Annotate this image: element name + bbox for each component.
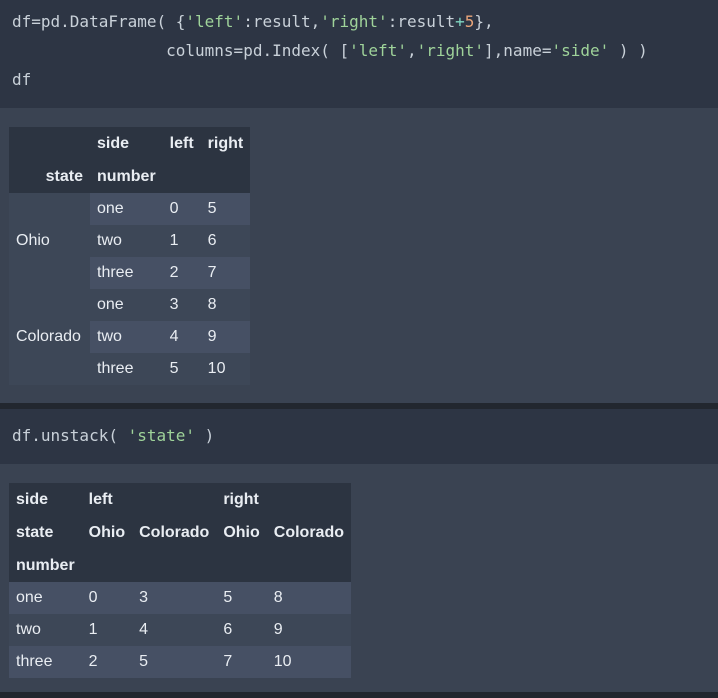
table2-header-cell: Colorado — [132, 516, 217, 549]
code-line-3: df — [12, 70, 32, 89]
index-state: Colorado — [9, 289, 90, 385]
table1-header-row-1: side left right — [9, 127, 251, 160]
table2-header-row-3: number — [9, 549, 351, 582]
value-left-colorado: 4 — [132, 614, 217, 646]
table-row: one 0 3 5 8 — [9, 582, 351, 614]
value-right: 10 — [200, 353, 251, 385]
table2-header-cell: right — [216, 483, 267, 516]
value-right: 5 — [200, 193, 251, 225]
table-row: Ohio one 0 5 — [9, 193, 251, 289]
table2-header-cell — [81, 549, 133, 582]
index-number: one — [90, 193, 163, 225]
value-left-ohio: 2 — [81, 646, 133, 678]
code-cell-2[interactable]: df.unstack( 'state' ) — [0, 409, 718, 464]
table2-header-cell: Colorado — [266, 516, 351, 549]
table1-header-cell — [9, 127, 90, 160]
table1-header-cell: number — [90, 160, 163, 193]
value-left: 1 — [162, 225, 201, 257]
index-number: three — [9, 646, 82, 678]
value-left: 2 — [162, 257, 201, 289]
table-row: Colorado one 3 8 — [9, 289, 251, 385]
code-cell-1[interactable]: df=pd.DataFrame( {'left':result,'right':… — [0, 0, 718, 108]
cell-divider — [0, 692, 718, 698]
table2-header-cell — [132, 483, 217, 516]
table1-header-row-2: state number — [9, 160, 251, 193]
table1-header-cell: state — [9, 160, 90, 193]
value-left-colorado: 5 — [132, 646, 217, 678]
output-cell-2: side left right state Ohio Colorado Ohio… — [0, 464, 718, 692]
index-state: Ohio — [9, 193, 90, 289]
table1-header-cell: side — [90, 127, 163, 160]
table-row: two 1 4 6 9 — [9, 614, 351, 646]
table2-header-cell: Ohio — [81, 516, 133, 549]
value-right-ohio: 7 — [216, 646, 267, 678]
index-number: two — [9, 614, 82, 646]
value-left: 0 — [162, 193, 201, 225]
value-right: 9 — [200, 321, 251, 353]
table2-header-cell: number — [9, 549, 82, 582]
table2-header-cell: state — [9, 516, 82, 549]
table1-header-cell: left — [162, 127, 201, 160]
table2-header-cell: side — [9, 483, 82, 516]
code-line-1: df=pd.DataFrame( {'left':result,'right':… — [12, 12, 494, 31]
value-left-colorado: 3 — [132, 582, 217, 614]
index-number: one — [9, 582, 82, 614]
table2-header-cell — [216, 549, 267, 582]
table2-header-row-2: state Ohio Colorado Ohio Colorado — [9, 516, 351, 549]
value-left-ohio: 1 — [81, 614, 133, 646]
value-right-ohio: 6 — [216, 614, 267, 646]
table-row: three 2 5 7 10 — [9, 646, 351, 678]
value-right: 6 — [200, 225, 251, 257]
value-right-ohio: 5 — [216, 582, 267, 614]
index-number: three — [90, 353, 163, 385]
value-left: 4 — [162, 321, 201, 353]
value-right-colorado: 10 — [266, 646, 351, 678]
value-right-colorado: 9 — [266, 614, 351, 646]
table1-header-cell: right — [200, 127, 251, 160]
code-line-1: df.unstack( 'state' ) — [12, 426, 215, 445]
output-cell-1: side left right state number Ohio one 0 … — [0, 108, 718, 403]
index-number: two — [90, 225, 163, 257]
table2-header-row-1: side left right — [9, 483, 351, 516]
value-left: 3 — [162, 289, 201, 321]
table2-header-cell: Ohio — [216, 516, 267, 549]
value-right: 8 — [200, 289, 251, 321]
dataframe-table-2: side left right state Ohio Colorado Ohio… — [9, 483, 351, 678]
code-line-2: columns=pd.Index( ['left','right'],name=… — [12, 41, 648, 60]
table2-header-cell: left — [81, 483, 133, 516]
table2-header-cell — [266, 483, 351, 516]
index-number: one — [90, 289, 163, 321]
value-left-ohio: 0 — [81, 582, 133, 614]
table2-header-cell — [266, 549, 351, 582]
table1-header-cell — [162, 160, 201, 193]
value-left: 5 — [162, 353, 201, 385]
table2-header-cell — [132, 549, 217, 582]
index-number: three — [90, 257, 163, 289]
dataframe-table-1: side left right state number Ohio one 0 … — [9, 127, 251, 385]
table1-header-cell — [200, 160, 251, 193]
value-right: 7 — [200, 257, 251, 289]
index-number: two — [90, 321, 163, 353]
value-right-colorado: 8 — [266, 582, 351, 614]
